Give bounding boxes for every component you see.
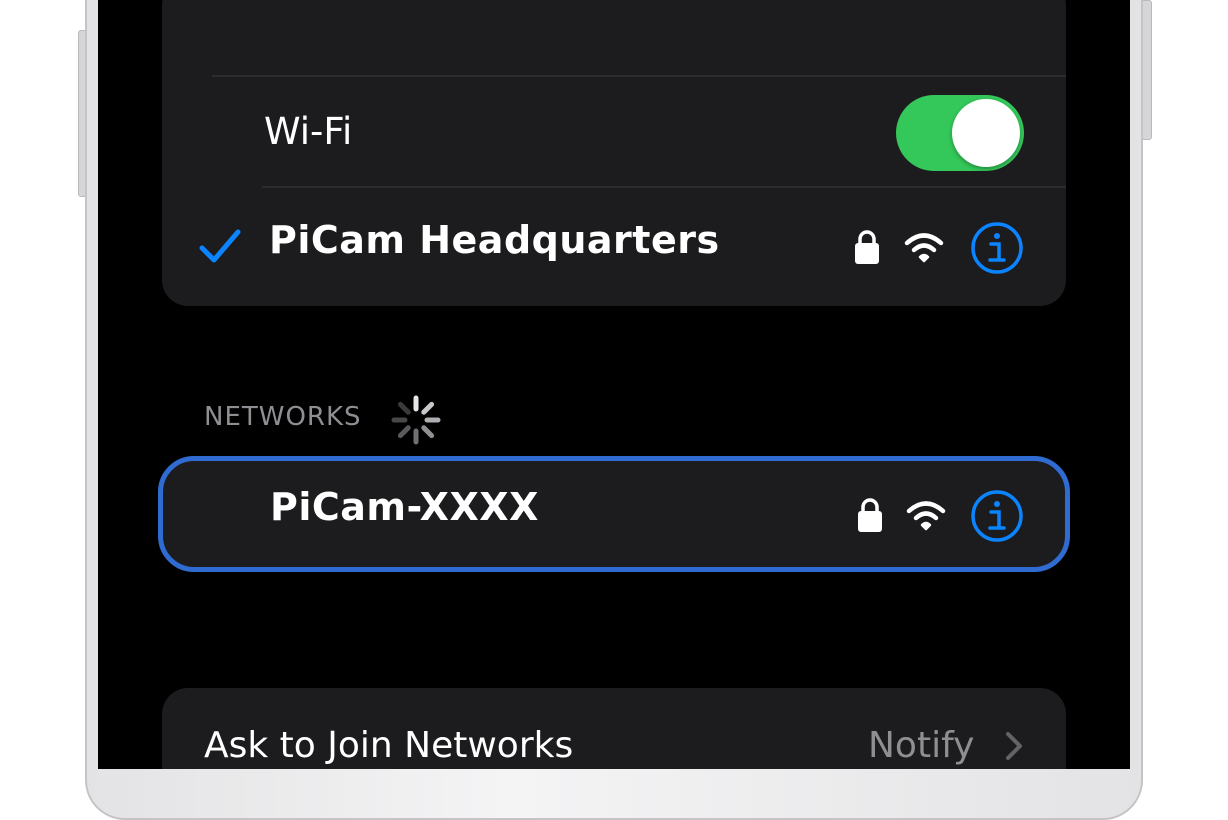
wifi-settings-screen: Wi-Fi PiCam Headquarters NETWORKS PiCam-… bbox=[98, 0, 1130, 769]
info-icon[interactable] bbox=[969, 488, 1025, 544]
toggle-knob[interactable] bbox=[952, 99, 1020, 167]
connected-network-name[interactable]: PiCam Headquarters bbox=[269, 218, 720, 262]
loading-spinner-icon bbox=[391, 395, 441, 445]
network-name[interactable]: PiCam-XXXX bbox=[270, 485, 539, 529]
divider bbox=[262, 186, 1066, 188]
wifi-signal-icon bbox=[904, 233, 944, 263]
wifi-signal-icon bbox=[906, 501, 946, 531]
wifi-toggle[interactable] bbox=[896, 95, 1024, 171]
info-icon[interactable] bbox=[969, 220, 1025, 276]
checkmark-icon bbox=[199, 229, 241, 263]
chevron-right-icon bbox=[1006, 732, 1022, 760]
networks-section-header: NETWORKS bbox=[204, 402, 362, 432]
divider bbox=[212, 75, 1066, 77]
ask-to-join-label: Ask to Join Networks bbox=[204, 725, 574, 766]
wifi-label: Wi-Fi bbox=[264, 110, 353, 153]
lock-icon bbox=[855, 230, 879, 264]
ask-to-join-value: Notify bbox=[868, 725, 975, 766]
lock-icon bbox=[858, 498, 882, 532]
